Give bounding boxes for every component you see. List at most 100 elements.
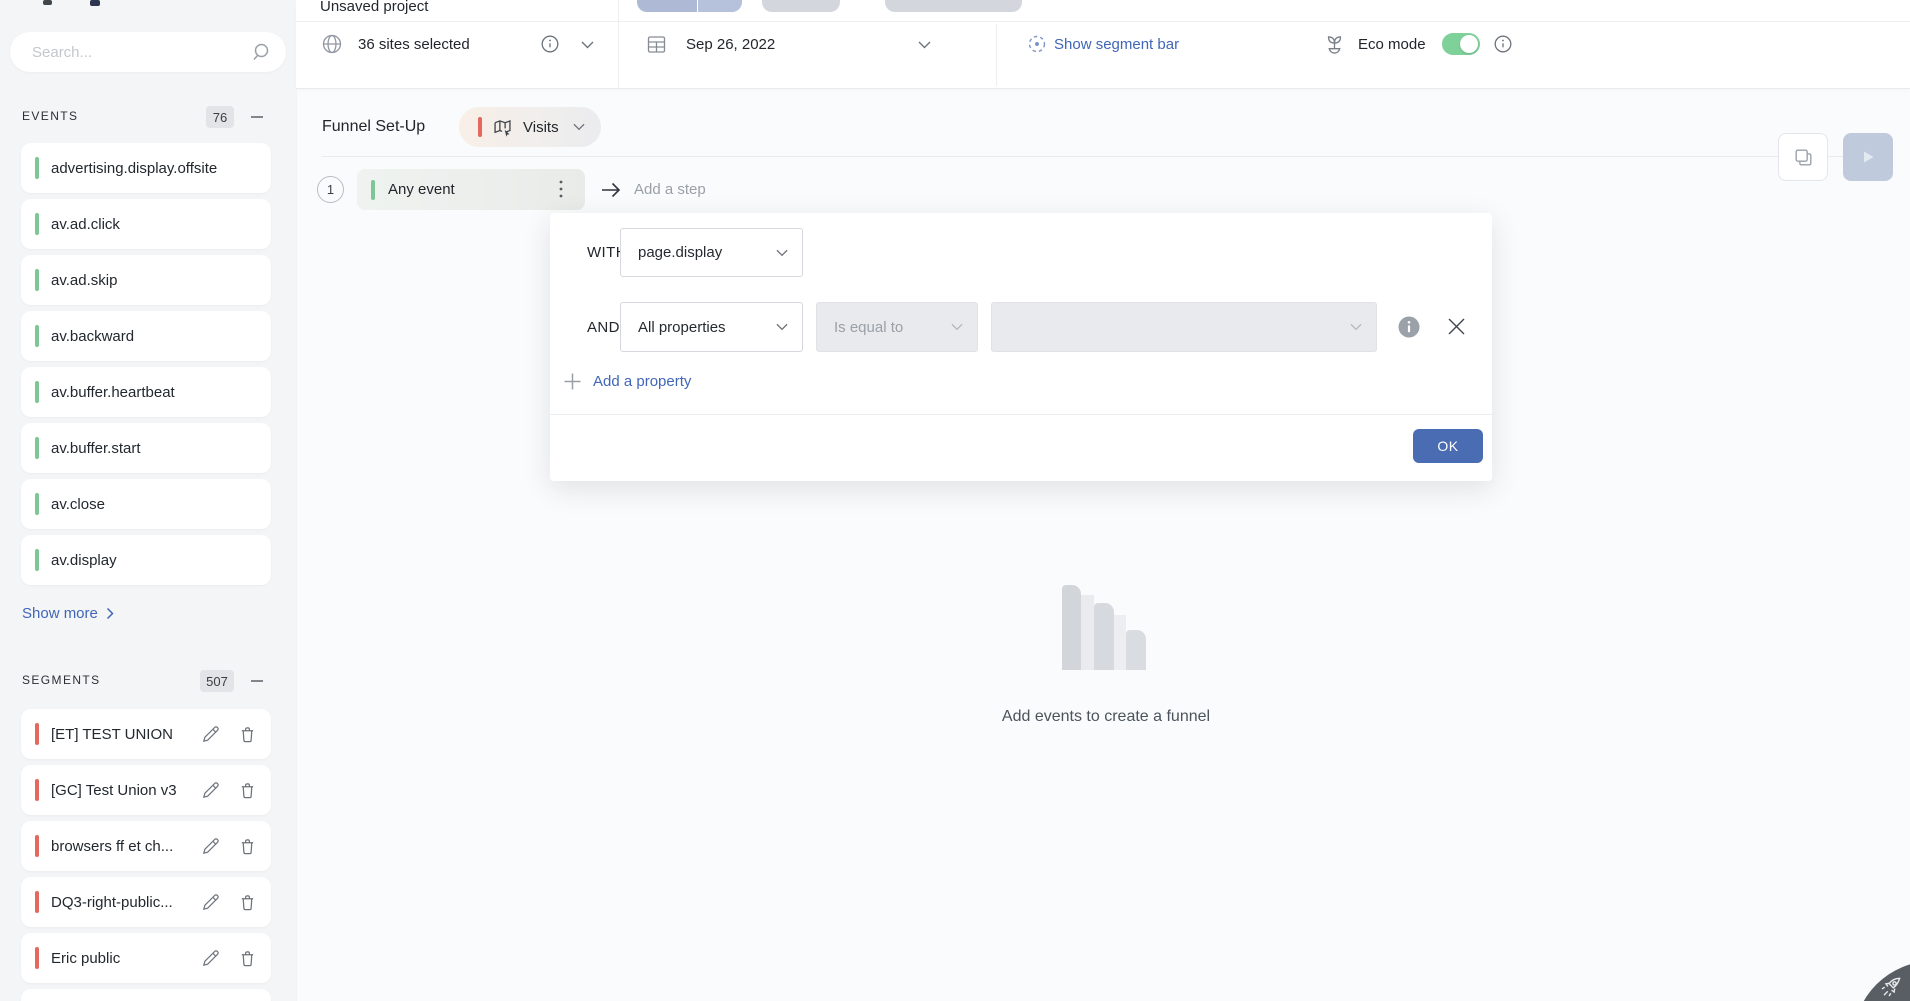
date-selector[interactable]: Sep 26, 2022 bbox=[686, 36, 775, 53]
eco-mode-toggle[interactable] bbox=[1442, 33, 1480, 55]
metric-color-bar bbox=[478, 117, 482, 137]
whats-new-launcher[interactable] bbox=[1853, 961, 1910, 1001]
event-color-bar bbox=[35, 325, 39, 347]
value-select-disabled bbox=[991, 302, 1377, 352]
event-item-label: av.ad.skip bbox=[51, 272, 117, 289]
cutoff-primary-button[interactable] bbox=[698, 0, 742, 12]
and-label: AND bbox=[587, 319, 620, 336]
add-property-label: Add a property bbox=[593, 373, 691, 390]
sites-chevron-down-icon[interactable] bbox=[581, 41, 594, 49]
event-color-bar bbox=[35, 437, 39, 459]
edit-segment-icon[interactable] bbox=[201, 837, 220, 856]
event-item[interactable]: av.buffer.start bbox=[21, 423, 271, 473]
project-title: Unsaved project bbox=[320, 0, 428, 15]
segment-item[interactable]: [GC] Test Union v3 bbox=[21, 765, 271, 815]
property-select[interactable]: All properties bbox=[620, 302, 803, 352]
add-step-button[interactable]: Add a step bbox=[634, 181, 706, 198]
event-item[interactable]: advertising.display.offsite bbox=[21, 143, 271, 193]
delete-segment-icon[interactable] bbox=[238, 893, 257, 912]
events-section-title: EVENTS bbox=[22, 109, 78, 123]
run-funnel-button[interactable] bbox=[1843, 133, 1893, 181]
sites-info-icon[interactable] bbox=[541, 35, 559, 53]
event-color-bar bbox=[35, 269, 39, 291]
ok-button[interactable]: OK bbox=[1413, 429, 1483, 463]
step-menu-icon[interactable] bbox=[559, 179, 563, 199]
events-count-badge: 76 bbox=[206, 106, 234, 128]
cutoff-secondary-button[interactable] bbox=[885, 0, 1022, 12]
segment-item-label: Eric public bbox=[51, 950, 120, 967]
segment-item-label: [GC] Test Union v3 bbox=[51, 782, 177, 799]
step-number-badge: 1 bbox=[317, 176, 344, 203]
edit-segment-icon[interactable] bbox=[201, 893, 220, 912]
add-property-button[interactable]: Add a property bbox=[563, 372, 691, 391]
collapse-segments-icon[interactable] bbox=[250, 674, 264, 688]
step-color-bar bbox=[371, 180, 375, 200]
segment-item[interactable]: [ET] TEST UNION bbox=[21, 709, 271, 759]
chevron-down-icon bbox=[776, 249, 788, 257]
cutoff-secondary-button[interactable] bbox=[762, 0, 840, 12]
metric-selector[interactable]: Visits bbox=[459, 107, 601, 147]
event-item[interactable]: av.display bbox=[21, 535, 271, 585]
metric-label: Visits bbox=[523, 119, 559, 136]
segment-color-bar bbox=[35, 891, 39, 913]
eco-info-icon[interactable] bbox=[1494, 35, 1512, 53]
delete-segment-icon[interactable] bbox=[238, 781, 257, 800]
search-input[interactable] bbox=[32, 32, 242, 72]
plus-icon bbox=[563, 372, 582, 391]
cutoff-ui-dot bbox=[43, 0, 52, 5]
edit-segment-icon[interactable] bbox=[201, 949, 220, 968]
funnel-divider bbox=[322, 156, 1893, 157]
step-label: Any event bbox=[388, 181, 455, 198]
event-select[interactable]: page.display bbox=[620, 228, 803, 277]
condition-info-icon[interactable] bbox=[1398, 316, 1420, 338]
segment-item-label: browsers ff et ch... bbox=[51, 838, 173, 855]
popup-footer-divider bbox=[550, 414, 1492, 415]
segment-color-bar bbox=[35, 835, 39, 857]
edit-segment-icon[interactable] bbox=[201, 725, 220, 744]
search-icon bbox=[250, 41, 272, 63]
toggle-knob bbox=[1460, 35, 1478, 53]
show-more-events-link[interactable]: Show more bbox=[22, 605, 114, 622]
show-segment-bar-link[interactable]: Show segment bar bbox=[1054, 36, 1179, 53]
globe-icon bbox=[321, 33, 343, 55]
event-item[interactable]: av.ad.click bbox=[21, 199, 271, 249]
collapse-events-icon[interactable] bbox=[250, 110, 264, 124]
event-item[interactable]: av.ad.skip bbox=[21, 255, 271, 305]
sidebar: EVENTS 76 advertising.display.offsite av… bbox=[0, 0, 296, 1001]
funnel-setup-title: Funnel Set-Up bbox=[322, 118, 425, 136]
operator-select-disabled: Is equal to bbox=[816, 302, 978, 352]
cutoff-primary-button[interactable] bbox=[637, 0, 697, 12]
metric-chevron-down-icon bbox=[573, 123, 585, 131]
duplicate-button[interactable] bbox=[1778, 133, 1828, 181]
event-color-bar bbox=[35, 381, 39, 403]
segment-color-bar bbox=[35, 947, 39, 969]
edit-segment-icon[interactable] bbox=[201, 781, 220, 800]
segment-item[interactable]: browsers ff et ch... bbox=[21, 821, 271, 871]
event-item-label: advertising.display.offsite bbox=[51, 160, 217, 177]
funnel-step-any-event[interactable]: Any event bbox=[357, 169, 585, 210]
date-chevron-down-icon[interactable] bbox=[918, 41, 931, 49]
segment-item-label: DQ3-right-public... bbox=[51, 894, 173, 911]
event-item-label: av.ad.click bbox=[51, 216, 120, 233]
topbar-vertical-divider bbox=[618, 0, 619, 88]
event-item-label: av.display bbox=[51, 552, 117, 569]
delete-segment-icon[interactable] bbox=[238, 725, 257, 744]
delete-segment-icon[interactable] bbox=[238, 949, 257, 968]
rocket-icon bbox=[1877, 973, 1905, 1001]
event-item[interactable]: av.buffer.heartbeat bbox=[21, 367, 271, 417]
segment-item[interactable]: Eric public bbox=[21, 933, 271, 983]
search-box[interactable] bbox=[10, 32, 286, 72]
delete-segment-icon[interactable] bbox=[238, 837, 257, 856]
calendar-icon bbox=[646, 34, 667, 55]
segments-count-badge: 507 bbox=[200, 670, 234, 692]
topbar-divider bbox=[296, 21, 1910, 22]
remove-condition-icon[interactable] bbox=[1446, 316, 1467, 337]
event-item[interactable]: av.backward bbox=[21, 311, 271, 361]
segment-item[interactable]: DQ3-right-public... bbox=[21, 877, 271, 927]
top-bar: Unsaved project 36 sites selected Sep 26… bbox=[296, 0, 1910, 88]
events-section-header: EVENTS 76 bbox=[0, 106, 296, 128]
event-item[interactable]: av.close bbox=[21, 479, 271, 529]
segment-item-partial[interactable] bbox=[21, 989, 271, 1001]
chevron-down-icon bbox=[776, 323, 788, 331]
sites-selector[interactable]: 36 sites selected bbox=[358, 36, 470, 53]
